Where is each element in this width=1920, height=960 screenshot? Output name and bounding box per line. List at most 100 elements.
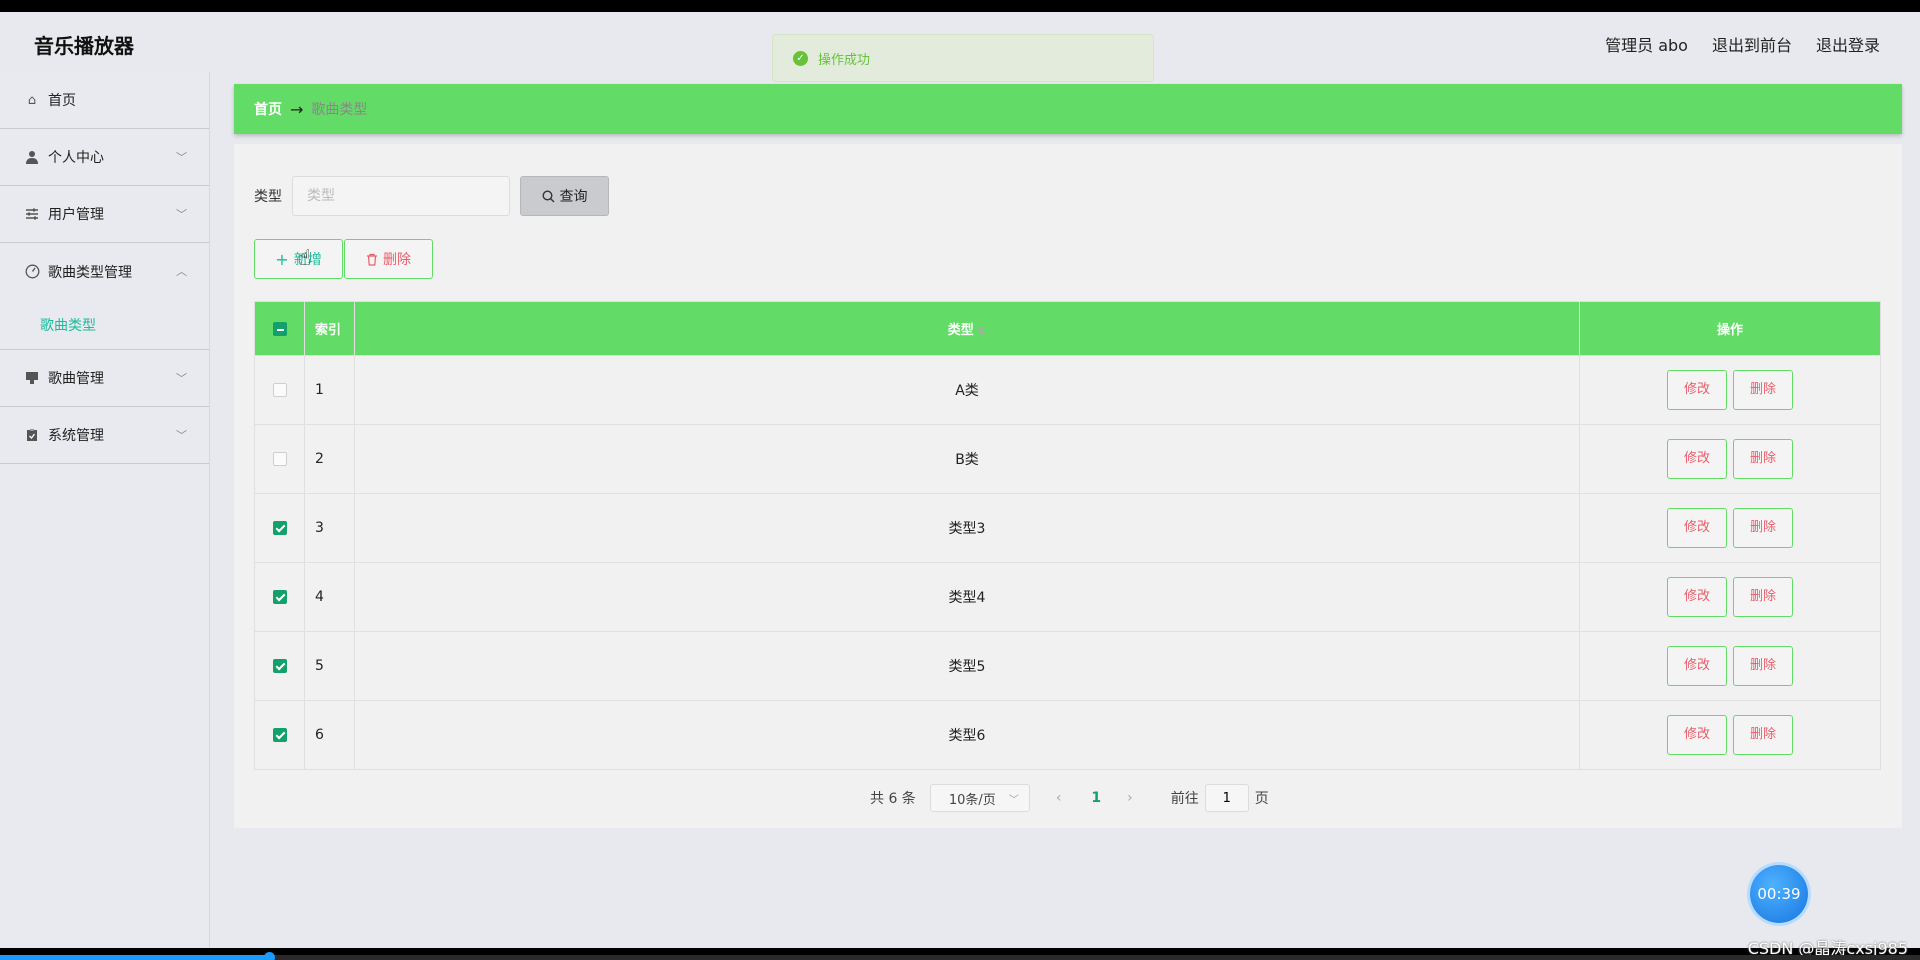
type-search-input[interactable] [292,176,510,216]
row-ops: 修改 删除 [1579,493,1881,563]
search-button[interactable]: 查询 [520,176,609,216]
sidebar-item-user-management[interactable]: 用户管理 ﹀ [0,186,209,243]
table-row: 5 类型5 修改 删除 [254,631,1881,701]
clipboard-icon [24,427,40,443]
row-type: 类型4 [354,562,1580,632]
edit-button[interactable]: 修改 [1667,715,1727,755]
sidebar-item-personal-center[interactable]: 个人中心 ﹀ [0,129,209,186]
user-icon [24,149,40,165]
row-checkbox[interactable] [272,659,287,673]
delete-button[interactable]: 删除 [1733,370,1793,410]
row-type: 类型5 [354,631,1580,701]
song-type-table: 索引 类型 ⇅ 操作 1 A类 修改 删除 2 B类 修改 删除 3 类型3 修改 删除 4 类型4 修改 删除… [254,301,1881,770]
breadcrumb: 首页 → 歌曲类型 [234,84,1902,134]
row-ops: 修改 删除 [1579,631,1881,701]
row-select-cell [254,700,305,770]
edit-button[interactable]: 修改 [1667,577,1727,617]
recording-timer[interactable]: 00:39 [1750,865,1808,923]
type-header[interactable]: 类型 ⇅ [354,301,1580,356]
success-toast: ✓ 操作成功 [772,34,1154,82]
row-type: B类 [354,424,1580,494]
sidebar-item-home[interactable]: ⌂ 首页 [0,72,209,129]
edit-button[interactable]: 修改 [1667,370,1727,410]
search-button-label: 查询 [559,189,588,205]
batch-delete-button[interactable]: 删除 [344,239,433,279]
delete-button[interactable]: 删除 [1733,646,1793,686]
select-all-cell [254,301,305,356]
row-index: 4 [304,562,355,632]
sidebar: ⌂ 首页 个人中心 ﹀ 用户管理 ﹀ 歌曲类型管理 ︿ 歌曲类型 歌曲管理 ﹀ … [0,72,210,948]
row-type: A类 [354,355,1580,425]
row-ops: 修改 删除 [1579,424,1881,494]
progress-handle[interactable] [263,952,275,960]
search-row: 类型 查询 [254,176,609,216]
page-number-current[interactable]: 1 [1091,790,1101,806]
delete-button[interactable]: 删除 [1733,577,1793,617]
gauge-icon [24,264,40,280]
sort-icon[interactable]: ⇅ [978,326,986,337]
edit-button[interactable]: 修改 [1667,508,1727,548]
table-row: 3 类型3 修改 删除 [254,493,1881,563]
row-select-cell [254,493,305,563]
row-select-cell [254,562,305,632]
sidebar-item-label: 个人中心 [48,150,104,166]
goto-suffix: 页 [1254,791,1269,807]
page-size-select[interactable]: 10条/页 ﹀ [929,784,1030,812]
trash-icon [367,253,377,266]
row-select-cell [254,631,305,701]
row-index: 5 [304,631,355,701]
chevron-down-icon: ﹀ [1008,794,1019,806]
prev-page-icon[interactable]: ‹ [1056,790,1062,806]
success-check-icon: ✓ [793,50,808,66]
video-progress-bar[interactable] [0,952,1920,960]
plus-icon: + [275,249,289,269]
sidebar-item-system-management[interactable]: 系统管理 ﹀ [0,407,209,464]
delete-button[interactable]: 删除 [1733,439,1793,479]
sidebar-subitem-song-type[interactable]: 歌曲类型 [0,300,209,350]
sliders-icon [24,206,40,222]
row-checkbox[interactable] [272,728,287,742]
row-ops: 修改 删除 [1579,355,1881,425]
row-type: 类型3 [354,493,1580,563]
chevron-down-icon: ﹀ [176,208,187,221]
row-index: 3 [304,493,355,563]
row-checkbox[interactable] [272,452,287,466]
pointer-cursor-icon: ☝ [298,246,312,271]
row-type: 类型6 [354,700,1580,770]
row-select-cell [254,355,305,425]
app-screen: 音乐播放器 管理员 abo 退出到前台 退出登录 ✓ 操作成功 ⌂ 首页 个人中… [0,12,1920,948]
home-icon: ⌂ [27,92,37,108]
next-page-icon[interactable]: › [1127,790,1133,806]
ops-header: 操作 [1579,301,1881,356]
goto-page-input[interactable] [1204,784,1249,812]
search-label: 类型 [254,189,282,205]
delete-button[interactable]: 删除 [1733,715,1793,755]
edit-button[interactable]: 修改 [1667,646,1727,686]
row-checkbox[interactable] [272,590,287,604]
row-checkbox[interactable] [272,383,287,397]
batch-delete-label: 删除 [383,252,411,268]
sidebar-item-song-management[interactable]: 歌曲管理 ﹀ [0,350,209,407]
select-all-checkbox[interactable] [272,321,287,336]
progress-fill [0,955,269,960]
sidebar-item-song-type-management[interactable]: 歌曲类型管理 ︿ [0,243,209,300]
row-checkbox[interactable] [272,521,287,535]
row-index: 1 [304,355,355,425]
edit-button[interactable]: 修改 [1667,439,1727,479]
row-ops: 修改 删除 [1579,700,1881,770]
app-title: 音乐播放器 [34,34,134,58]
row-index: 6 [304,700,355,770]
sidebar-item-label: 歌曲类型管理 [48,264,132,281]
sidebar-item-label: 首页 [48,93,76,109]
action-row: + 新增 删除 [254,239,433,279]
logout-link[interactable]: 退出登录 [1816,32,1880,56]
chevron-down-icon: ﹀ [176,151,187,164]
sidebar-item-label: 用户管理 [48,207,104,223]
breadcrumb-home[interactable]: 首页 [254,99,282,119]
arrow-right-icon: → [290,99,304,119]
exit-to-front-link[interactable]: 退出到前台 [1712,32,1792,56]
chevron-up-icon: ︿ [176,265,187,278]
table-row: 2 B类 修改 删除 [254,424,1881,494]
table-row: 6 类型6 修改 删除 [254,700,1881,770]
delete-button[interactable]: 删除 [1733,508,1793,548]
